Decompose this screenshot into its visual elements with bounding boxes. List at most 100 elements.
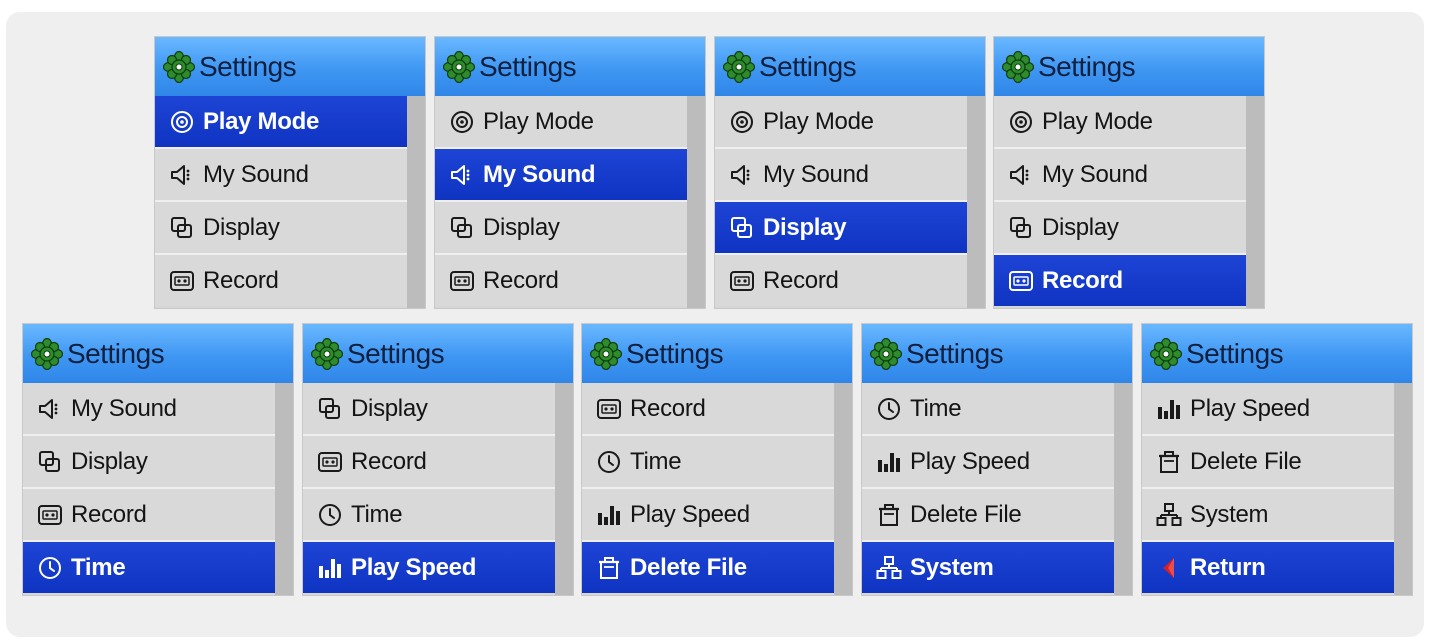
menu-item-label: Play Speed [1190, 394, 1310, 422]
clock-icon [596, 449, 622, 475]
system-icon [876, 555, 902, 581]
menu-item-label: Record [1042, 266, 1123, 294]
menu-item-play-mode[interactable]: Play Mode [715, 96, 967, 149]
panel-header: Settings [303, 324, 573, 383]
menu-item-time[interactable]: Time [23, 542, 275, 593]
trash-icon [596, 555, 622, 581]
menu-item-label: My Sound [483, 160, 596, 188]
play-mode-icon [729, 109, 755, 135]
menu-item-record[interactable]: Record [715, 255, 967, 306]
menu-list: Display Record Time Play Speed [303, 383, 555, 595]
scrollbar[interactable] [1114, 383, 1132, 595]
menu-item-display[interactable]: Display [994, 202, 1246, 255]
menu-item-display[interactable]: Display [23, 436, 275, 489]
menu-list: Play Mode My Sound Display Record [435, 96, 687, 308]
panel-title: Settings [67, 337, 165, 369]
trash-icon [1156, 449, 1182, 475]
menu-item-play-mode[interactable]: Play Mode [994, 96, 1246, 149]
panel-title: Settings [626, 337, 724, 369]
settings-gear-icon [1150, 337, 1182, 370]
scrollbar[interactable] [555, 383, 573, 595]
scrollbar[interactable] [687, 96, 705, 308]
scrollbar[interactable] [967, 96, 985, 308]
menu-item-record[interactable]: Record [994, 255, 1246, 306]
sound-icon [1008, 162, 1034, 188]
scrollbar[interactable] [1246, 96, 1264, 308]
settings-panel: Settings My Sound Display Record Time [23, 324, 293, 595]
record-icon [596, 396, 622, 422]
menu-item-label: Display [71, 447, 148, 475]
menu-item-delete-file[interactable]: Delete File [582, 542, 834, 593]
menu-item-label: Return [1190, 553, 1266, 581]
menu-item-display[interactable]: Display [303, 383, 555, 436]
menu-item-my-sound[interactable]: My Sound [23, 383, 275, 436]
menu-item-return[interactable]: Return [1142, 542, 1394, 593]
menu-item-record[interactable]: Record [303, 436, 555, 489]
scrollbar[interactable] [1394, 383, 1412, 595]
settings-panel: Settings Time Play Speed Delete File System [862, 324, 1132, 595]
menu-item-label: My Sound [1042, 160, 1148, 188]
system-icon [1156, 502, 1182, 528]
menu-item-delete-file[interactable]: Delete File [862, 489, 1114, 542]
menu-item-system[interactable]: System [1142, 489, 1394, 542]
settings-gear-icon [443, 50, 475, 83]
menu-item-record[interactable]: Record [582, 383, 834, 436]
record-icon [449, 268, 475, 294]
menu-item-play-mode[interactable]: Play Mode [155, 96, 407, 149]
settings-gear-icon [311, 337, 343, 370]
menu-item-my-sound[interactable]: My Sound [155, 149, 407, 202]
menu-item-play-speed[interactable]: Play Speed [862, 436, 1114, 489]
menu-item-delete-file[interactable]: Delete File [1142, 436, 1394, 489]
scrollbar[interactable] [834, 383, 852, 595]
menu-item-record[interactable]: Record [435, 255, 687, 306]
menu-item-play-speed[interactable]: Play Speed [582, 489, 834, 542]
settings-gear-icon [590, 337, 622, 370]
menu-list: My Sound Display Record Time [23, 383, 275, 595]
menu-item-label: Time [71, 553, 126, 581]
panel-header: Settings [715, 37, 985, 96]
scrollbar[interactable] [407, 96, 425, 308]
panel-title: Settings [1038, 50, 1136, 82]
settings-panel: Settings Play Mode My Sound Display Record [155, 37, 425, 308]
record-icon [37, 502, 63, 528]
menu-list: Play Speed Delete File System Return [1142, 383, 1394, 595]
menu-item-my-sound[interactable]: My Sound [994, 149, 1246, 202]
record-icon [1008, 268, 1034, 294]
menu-list: Play Mode My Sound Display Record [715, 96, 967, 308]
scrollbar[interactable] [275, 383, 293, 595]
menu-item-label: System [1190, 500, 1269, 528]
menu-item-label: Delete File [910, 500, 1022, 528]
menu-item-system[interactable]: System [862, 542, 1114, 593]
panel-header: Settings [1142, 324, 1412, 383]
display-icon [449, 215, 475, 241]
menu-list: Time Play Speed Delete File System [862, 383, 1114, 595]
panel-header: Settings [582, 324, 852, 383]
menu-item-record[interactable]: Record [23, 489, 275, 542]
menu-item-label: Record [763, 266, 839, 294]
menu-item-play-speed[interactable]: Play Speed [1142, 383, 1394, 436]
display-icon [37, 449, 63, 475]
menu-item-display[interactable]: Display [715, 202, 967, 255]
settings-panel: Settings Record Time Play Speed Delete File [582, 324, 852, 595]
clock-icon [876, 396, 902, 422]
menu-item-my-sound[interactable]: My Sound [435, 149, 687, 202]
menu-item-time[interactable]: Time [862, 383, 1114, 436]
menu-item-time[interactable]: Time [303, 489, 555, 542]
menu-item-play-speed[interactable]: Play Speed [303, 542, 555, 593]
settings-gear-icon [163, 50, 195, 83]
display-icon [169, 215, 195, 241]
menu-item-label: Time [630, 447, 682, 475]
menu-item-label: Play Mode [763, 107, 874, 135]
menu-item-label: Display [203, 213, 280, 241]
menu-item-label: Record [351, 447, 427, 475]
menu-item-my-sound[interactable]: My Sound [715, 149, 967, 202]
menu-item-display[interactable]: Display [435, 202, 687, 255]
menu-list: Record Time Play Speed Delete File [582, 383, 834, 595]
menu-item-label: Play Speed [630, 500, 750, 528]
menu-item-time[interactable]: Time [582, 436, 834, 489]
menu-item-record[interactable]: Record [155, 255, 407, 306]
menu-item-play-mode[interactable]: Play Mode [435, 96, 687, 149]
settings-menu-sequence: Settings Play Mode My Sound Display Record Se… [6, 12, 1424, 637]
menu-item-display[interactable]: Display [155, 202, 407, 255]
panel-header: Settings [155, 37, 425, 96]
